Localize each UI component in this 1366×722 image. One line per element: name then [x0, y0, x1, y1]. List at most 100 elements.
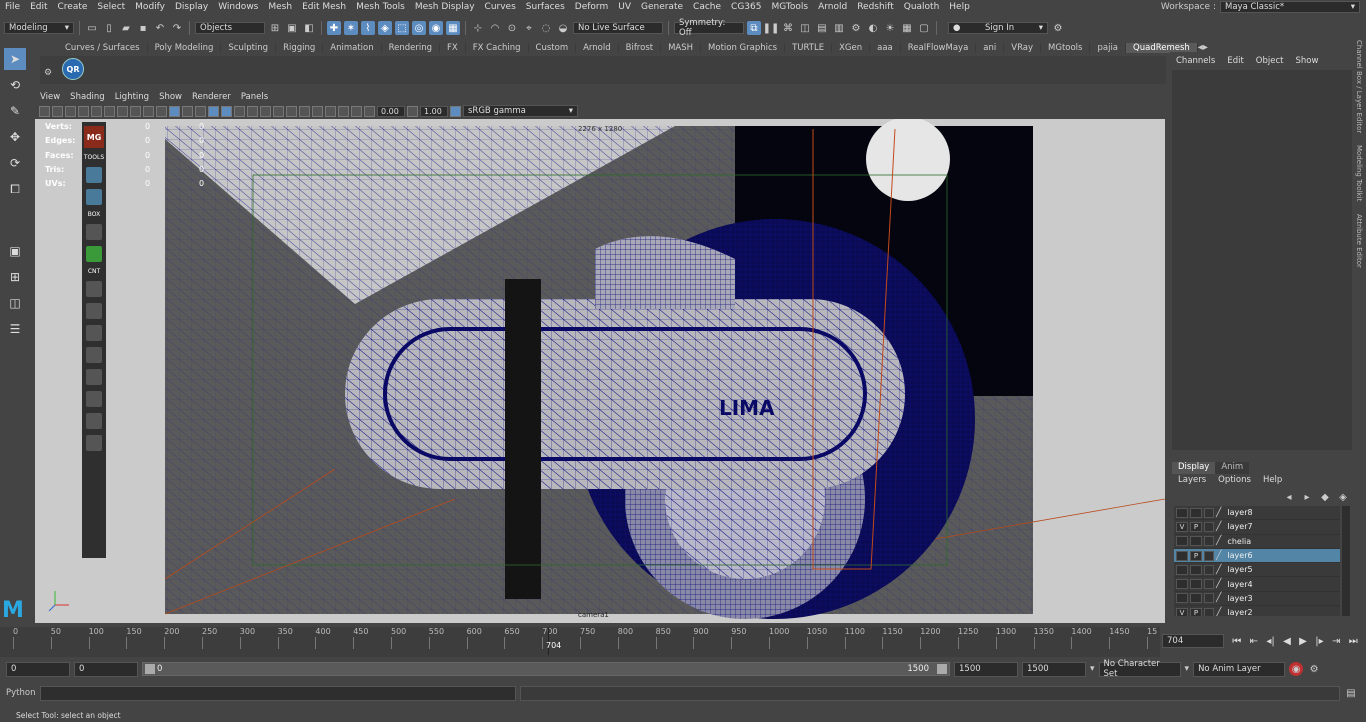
open-scene-icon[interactable]: ▰ — [119, 21, 133, 35]
gamma-icon[interactable] — [407, 105, 418, 117]
toggle-ui-icon[interactable]: ▢ — [917, 21, 931, 35]
perspective-viewport[interactable]: LIMA — [35, 119, 1165, 623]
skin-icon[interactable] — [86, 347, 102, 363]
layer-list-scrollbar[interactable] — [1342, 506, 1350, 616]
select-render-icon[interactable]: ◉ — [429, 21, 443, 35]
menu-deform[interactable]: Deform — [570, 2, 613, 12]
selection-mode-dropdown[interactable]: Objects — [195, 22, 265, 34]
layer-playback-toggle[interactable] — [1190, 507, 1202, 518]
view-transform-dropdown[interactable]: sRGB gamma ▾ — [463, 105, 578, 117]
move-layer-down-icon[interactable]: ▸ — [1300, 490, 1314, 504]
playback-start-field[interactable]: 0 — [74, 661, 138, 677]
select-misc-icon[interactable]: ▦ — [446, 21, 460, 35]
snap-point-icon[interactable]: ⊙ — [505, 21, 519, 35]
menu-mesh-tools[interactable]: Mesh Tools — [351, 2, 410, 12]
go-to-start-icon[interactable]: ⏮ — [1232, 636, 1241, 647]
chevron-down-icon[interactable]: ▾ — [1185, 664, 1190, 674]
curve-icon[interactable] — [86, 303, 102, 319]
tab-attribute-editor[interactable]: Attribute Editor — [1355, 214, 1363, 268]
tab-modeling-toolkit[interactable]: Modeling Toolkit — [1355, 145, 1363, 201]
safe-title-icon[interactable] — [182, 105, 193, 117]
hierarchy-mode-icon[interactable]: ⊞ — [268, 21, 282, 35]
outliner-icon[interactable]: ☰ — [4, 318, 26, 340]
viewport-menu-view[interactable]: View — [35, 92, 65, 102]
animation-start-field[interactable]: 0 — [6, 661, 70, 677]
layer-row[interactable]: ╱ layer5 — [1174, 563, 1340, 578]
select-deform-icon[interactable]: ⬚ — [395, 21, 409, 35]
shelf-tab-arnold[interactable]: Arnold — [576, 42, 619, 53]
shelf-tab-aaa[interactable]: aaa — [870, 42, 901, 53]
time-slider[interactable]: 0 50 100 150 200 250 300 350 400 450 500 550 600 650 7… — [0, 627, 1160, 657]
shelf-tab-sculpting[interactable]: Sculpting — [221, 42, 277, 53]
grid-icon[interactable] — [104, 105, 115, 117]
move-tool-icon[interactable]: ✥ — [4, 126, 26, 148]
layer-row[interactable]: V P ╱ layer7 — [1174, 520, 1340, 535]
save-scene-icon[interactable]: ▪ — [136, 21, 150, 35]
layer-menu-layers[interactable]: Layers — [1172, 475, 1212, 487]
menu-help[interactable]: Help — [944, 2, 975, 12]
shelf-tab-bifrost[interactable]: Bifrost — [619, 42, 662, 53]
layer-visibility-toggle[interactable]: V — [1176, 607, 1188, 616]
gamma-field[interactable]: 1.00 — [420, 105, 448, 117]
resolution-gate-icon[interactable] — [130, 105, 141, 117]
menu-file[interactable]: File — [0, 2, 25, 12]
layer-color-swatch[interactable] — [1204, 550, 1214, 561]
grease-pencil-icon[interactable] — [91, 105, 102, 117]
shelf-options-icon[interactable]: ⚙ — [44, 68, 52, 78]
pause-icon[interactable]: ❚❚ — [763, 21, 780, 35]
shelf-tab-custom[interactable]: Custom — [529, 42, 577, 53]
layer-playback-toggle[interactable] — [1190, 564, 1202, 575]
select-dynamic-icon[interactable]: ◎ — [412, 21, 426, 35]
viewport-menu-show[interactable]: Show — [154, 92, 187, 102]
auto-key-icon[interactable]: ◉ — [1289, 662, 1304, 676]
constraint-icon[interactable] — [86, 413, 102, 429]
component-mode-icon[interactable]: ◧ — [302, 21, 316, 35]
play-forwards-icon[interactable]: ▶ — [1299, 636, 1307, 647]
step-back-key-icon[interactable]: ⇤ — [1250, 636, 1258, 647]
shelf-tab-mash[interactable]: MASH — [661, 42, 702, 53]
ipr-icon[interactable]: ▥ — [832, 21, 846, 35]
shelf-tab-vray[interactable]: VRay — [1004, 42, 1042, 53]
joint-icon[interactable] — [86, 391, 102, 407]
command-language-label[interactable]: Python — [6, 688, 36, 698]
menu-mesh[interactable]: Mesh — [263, 2, 297, 12]
move-layer-up-icon[interactable]: ◂ — [1282, 490, 1296, 504]
animation-end-field[interactable]: 1500 — [1022, 661, 1086, 677]
use-all-lights-icon[interactable] — [247, 105, 258, 117]
menu-edit[interactable]: Edit — [25, 2, 52, 12]
select-handle-icon[interactable]: ✚ — [327, 21, 341, 35]
channel-box-menu-object[interactable]: Object — [1250, 56, 1290, 68]
mirror-icon[interactable] — [86, 325, 102, 341]
layer-row[interactable]: ╱ layer8 — [1174, 506, 1340, 521]
snap-surface-icon[interactable]: ◌ — [539, 21, 553, 35]
film-gate-icon[interactable] — [117, 105, 128, 117]
shadows-icon[interactable] — [260, 105, 271, 117]
settings-icon[interactable]: ⚙ — [1051, 21, 1065, 35]
layer-color-swatch[interactable] — [1204, 593, 1214, 604]
safe-action-icon[interactable] — [169, 105, 180, 117]
command-input[interactable] — [40, 685, 516, 701]
menu-cg365[interactable]: CG365 — [726, 2, 766, 12]
range-end-handle[interactable] — [937, 664, 947, 674]
multisample-aa-icon[interactable] — [299, 105, 310, 117]
new-empty-layer-icon[interactable]: ◆ — [1318, 490, 1332, 504]
render-setup-icon[interactable]: ▦ — [900, 21, 914, 35]
cube-icon[interactable] — [86, 167, 102, 183]
color-management-icon[interactable] — [450, 105, 461, 117]
snap-curve-icon[interactable]: ◠ — [488, 21, 502, 35]
menu-generate[interactable]: Generate — [636, 2, 688, 12]
render-view-icon[interactable]: ▤ — [815, 21, 829, 35]
weight-icon[interactable] — [86, 369, 102, 385]
viewport-menu-panels[interactable]: Panels — [236, 92, 273, 102]
menu-display[interactable]: Display — [170, 2, 213, 12]
menu-windows[interactable]: Windows — [213, 2, 263, 12]
textured-icon[interactable] — [234, 105, 245, 117]
shelf-tab-turtle[interactable]: TURTLE — [785, 42, 833, 53]
layer-playback-toggle[interactable]: P — [1190, 521, 1202, 532]
new-scene-icon[interactable]: ▯ — [102, 21, 116, 35]
smooth-shade-icon[interactable] — [208, 105, 219, 117]
shelf-tab-poly-modeling[interactable]: Poly Modeling — [148, 42, 222, 53]
menu-redshift[interactable]: Redshift — [852, 2, 899, 12]
layer-playback-toggle[interactable] — [1190, 579, 1202, 590]
range-slider[interactable]: 0 1500 — [142, 662, 950, 676]
